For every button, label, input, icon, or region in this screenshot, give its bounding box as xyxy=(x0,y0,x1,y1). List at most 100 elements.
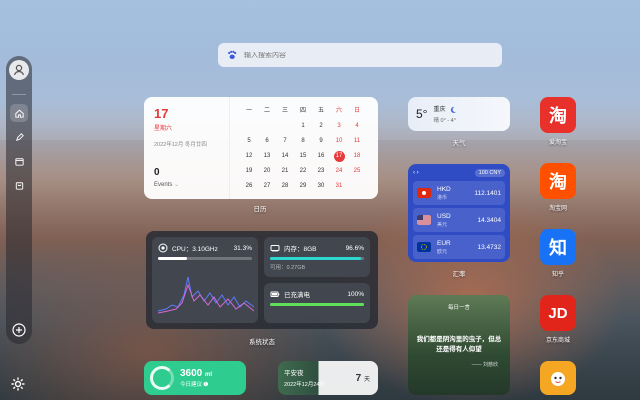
calendar-day-cell[interactable]: 11 xyxy=(348,134,366,149)
calendar-day-cell[interactable]: 29 xyxy=(294,179,312,194)
calendar-day: 17 xyxy=(154,106,169,121)
cpu-label: CPU：3.10GHz xyxy=(172,246,218,253)
app-label: 知乎 xyxy=(551,272,564,278)
system-status-widget[interactable]: CPU：3.10GHz 31.3% 内存：8GB 96.6% 可用：0.27GB… xyxy=(146,231,378,329)
chevron-down-icon: ⌄ xyxy=(174,182,180,188)
calendar-day-cell[interactable]: 30 xyxy=(312,179,330,194)
memory-percent: 96.6% xyxy=(345,244,364,252)
avatar[interactable] xyxy=(9,60,29,80)
battery-label: 已充满电 xyxy=(284,292,310,299)
app-icon-jd[interactable]: JD xyxy=(540,295,576,331)
exchange-row-usd: USD 美元 14.3404 xyxy=(413,208,505,232)
app-icon-aitaobao[interactable]: 淘 xyxy=(540,97,576,133)
weather-temp: 5° xyxy=(416,107,428,121)
calendar-day-cell[interactable]: 13 xyxy=(258,149,276,164)
calendar-day-cell[interactable]: 14 xyxy=(276,149,294,164)
app-icon-zhihu[interactable]: 知 xyxy=(540,229,576,265)
calendar-day-cell[interactable]: 15 xyxy=(294,149,312,164)
search-bar[interactable] xyxy=(218,43,502,67)
weather-widget[interactable]: 5° 重庆 晴 0° - 4° xyxy=(408,97,510,131)
search-input[interactable] xyxy=(244,51,484,59)
calendar-events-count: 0 xyxy=(154,167,160,178)
calendar-day-cell[interactable]: 19 xyxy=(240,164,258,179)
exchange-nav-arrows[interactable]: ‹ › xyxy=(413,170,419,176)
calendar-day-cell[interactable]: 4 xyxy=(348,119,366,134)
calendar-day-cell[interactable]: 31 xyxy=(330,179,348,194)
calendar-day-cell[interactable]: 21 xyxy=(276,164,294,179)
app-icon-taobao[interactable]: 淘 xyxy=(540,163,576,199)
calendar-day-cell[interactable]: 23 xyxy=(312,164,330,179)
water-amount: 3600 ml xyxy=(180,368,213,379)
quote-text: 我们都是阴沟里的虫子，但总还是得有人仰望 xyxy=(416,336,502,353)
paw-search-icon xyxy=(228,50,237,59)
cpu-percent: 31.3% xyxy=(233,244,252,252)
calendar-widget[interactable]: 17 星期六 2022年12月 冬月廿四 0 Events ⌄ 一 二 三 四 五 六 日 1… xyxy=(144,97,378,199)
exchange-value: 14.3404 xyxy=(477,216,502,224)
calendar-day-cell[interactable]: 12 xyxy=(240,149,258,164)
app-label: 京东商城 xyxy=(545,338,570,344)
calendar-day-cell[interactable]: 24 xyxy=(330,164,348,179)
exchange-value: 112.1401 xyxy=(474,189,501,197)
sidebar-divider xyxy=(12,94,26,95)
calendar-day-cell[interactable]: 16 xyxy=(312,149,330,164)
battery-bar xyxy=(270,303,364,306)
weather-desc: 晴 0° - 4° xyxy=(433,117,456,124)
exchange-base[interactable]: 100 CNY xyxy=(474,169,505,177)
cpu-panel: CPU：3.10GHz 31.3% xyxy=(152,237,258,323)
us-flag-icon xyxy=(417,215,431,225)
calendar-day-cell[interactable]: 5 xyxy=(240,134,258,149)
calendar-day-cell[interactable]: 22 xyxy=(294,164,312,179)
calendar-day-cell[interactable]: 7 xyxy=(276,134,294,149)
calendar-day-cell[interactable]: 3 xyxy=(330,119,348,134)
calendar-weekday-header: 日 xyxy=(353,108,360,114)
calendar-day-cell[interactable]: 17 xyxy=(333,151,345,162)
system-status-label: 系统状态 xyxy=(249,339,275,346)
calendar-weekday-header: 二 xyxy=(263,108,270,114)
calendar-events-label[interactable]: Events ⌄ xyxy=(154,181,179,188)
weather-label: 天气 xyxy=(452,140,466,147)
sidebar-item-home[interactable] xyxy=(10,104,28,122)
daily-quote-widget[interactable]: 每日一言 我们都是阴沟里的虫子，但总还是得有人仰望 —— 刘慈欣 xyxy=(408,295,510,395)
calendar-day-cell[interactable]: 2 xyxy=(312,119,330,134)
calendar-day-cell[interactable]: 25 xyxy=(348,164,366,179)
calendar-day-cell[interactable]: 28 xyxy=(276,179,294,194)
calendar-summary: 17 星期六 2022年12月 冬月廿四 0 Events ⌄ xyxy=(144,97,230,199)
exchange-label: 汇率 xyxy=(452,271,466,278)
settings-gear-icon[interactable] xyxy=(10,376,26,392)
cartoon-face-icon xyxy=(551,372,565,386)
calendar-day-cell xyxy=(258,119,276,134)
calendar-weekday-header: 六 xyxy=(335,108,342,114)
cpu-icon xyxy=(158,243,168,253)
app-icon-bilibili-like[interactable] xyxy=(540,361,576,395)
eu-flag-icon xyxy=(417,242,431,252)
sidebar-item-calendar[interactable] xyxy=(10,152,28,170)
calendar-weekday-header: 一 xyxy=(245,108,252,114)
bag-icon xyxy=(15,181,23,190)
calendar-day-cell[interactable]: 18 xyxy=(348,149,366,164)
calendar-weekday-header: 三 xyxy=(281,108,288,114)
exchange-widget[interactable]: ‹ › 100 CNY HKD 港币 112.1401 USD 美元 14.3404… xyxy=(408,164,510,262)
calendar-day-cell[interactable]: 26 xyxy=(240,179,258,194)
calendar-day-cell xyxy=(276,119,294,134)
sidebar-item-store[interactable] xyxy=(10,176,28,194)
exchange-value: 13.4732 xyxy=(477,243,502,251)
calendar-lunar-date: 2022年12月 冬月廿四 xyxy=(154,142,207,148)
calendar-day-cell[interactable]: 9 xyxy=(312,134,330,149)
add-icon[interactable] xyxy=(11,322,27,338)
memory-panel: 内存：8GB 96.6% 可用：0.27GB xyxy=(264,237,370,277)
countdown-widget[interactable]: 平安夜 2022年12月24日 7 天 xyxy=(278,361,378,395)
water-reminder-widget[interactable]: 3600 ml 今日建议 ➊ xyxy=(144,361,246,395)
app-label: 爱淘宝 xyxy=(548,140,567,146)
calendar-day-cell[interactable]: 27 xyxy=(258,179,276,194)
memory-label: 内存：8GB xyxy=(284,246,317,253)
calendar-day-cell[interactable]: 1 xyxy=(294,119,312,134)
sidebar-item-edit[interactable] xyxy=(10,128,28,146)
calendar-day-cell[interactable]: 8 xyxy=(294,134,312,149)
hk-flag-icon xyxy=(417,188,431,198)
weather-city: 重庆 xyxy=(433,104,456,113)
app-label: 淘宝网 xyxy=(548,206,567,212)
calendar-day-cell[interactable]: 6 xyxy=(258,134,276,149)
calendar-day-cell[interactable]: 10 xyxy=(330,134,348,149)
cpu-usage-chart xyxy=(158,276,254,314)
calendar-day-cell[interactable]: 20 xyxy=(258,164,276,179)
